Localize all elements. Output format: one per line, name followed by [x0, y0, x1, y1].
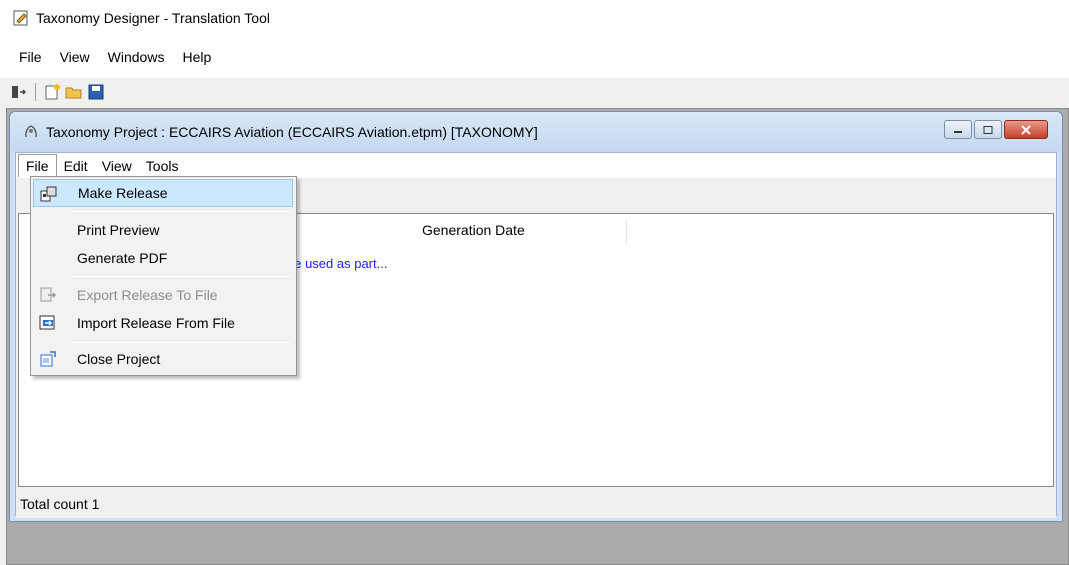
- edit-doc-icon: [12, 9, 30, 27]
- project-menu-edit[interactable]: Edit: [57, 155, 95, 177]
- open-folder-icon[interactable]: [65, 83, 83, 101]
- import-icon: [39, 314, 57, 335]
- menu-file[interactable]: File: [10, 45, 51, 69]
- project-menubar: File Edit View Tools: [16, 153, 1056, 178]
- menu-item-make-release[interactable]: Make Release: [33, 179, 293, 207]
- project-window-title: Taxonomy Project : ECCAIRS Aviation (ECC…: [46, 124, 538, 140]
- project-menu-tools[interactable]: Tools: [139, 155, 186, 177]
- menu-item-export-release: Export Release To File: [33, 281, 293, 309]
- list-item-description[interactable]: be used as part...: [287, 256, 387, 271]
- column-header-generation-date[interactable]: Generation Date: [414, 220, 627, 244]
- main-toolbar: [0, 78, 1069, 106]
- menu-separator: [71, 211, 291, 212]
- app-title-bar: Taxonomy Designer - Translation Tool: [0, 0, 1069, 36]
- project-menu-file[interactable]: File: [18, 154, 57, 177]
- menu-item-close-project[interactable]: Close Project: [33, 345, 293, 373]
- menu-help[interactable]: Help: [173, 45, 220, 69]
- maximize-button[interactable]: [974, 120, 1002, 139]
- maximize-icon: [983, 125, 993, 134]
- menu-windows[interactable]: Windows: [99, 45, 174, 69]
- project-icon: [22, 123, 40, 141]
- file-dropdown-menu: Make Release Print Preview Generate PDF …: [30, 176, 297, 376]
- main-menubar: File View Windows Help: [0, 36, 1069, 78]
- menu-separator: [71, 276, 291, 277]
- exit-icon[interactable]: [10, 83, 28, 101]
- menu-item-print-preview[interactable]: Print Preview: [33, 216, 293, 244]
- save-icon[interactable]: [87, 83, 105, 101]
- status-total-count: Total count 1: [20, 496, 100, 512]
- minimize-button[interactable]: [944, 120, 972, 139]
- close-button[interactable]: [1004, 120, 1048, 139]
- export-icon: [39, 286, 57, 307]
- menu-separator: [71, 342, 291, 343]
- menu-view[interactable]: View: [51, 45, 99, 69]
- toolbar-separator: [35, 83, 36, 101]
- minimize-icon: [954, 130, 962, 133]
- make-release-icon: [40, 185, 58, 206]
- close-icon: [1021, 124, 1031, 135]
- menu-item-generate-pdf[interactable]: Generate PDF: [33, 244, 293, 272]
- close-project-icon: [39, 350, 57, 371]
- app-title: Taxonomy Designer - Translation Tool: [36, 10, 270, 26]
- project-menu-view[interactable]: View: [95, 155, 139, 177]
- menu-item-import-release[interactable]: Import Release From File: [33, 309, 293, 337]
- project-window-titlebar[interactable]: Taxonomy Project : ECCAIRS Aviation (ECC…: [10, 112, 1062, 152]
- window-controls: [944, 120, 1048, 139]
- status-bar: Total count 1: [16, 490, 1056, 518]
- new-icon[interactable]: [43, 83, 61, 101]
